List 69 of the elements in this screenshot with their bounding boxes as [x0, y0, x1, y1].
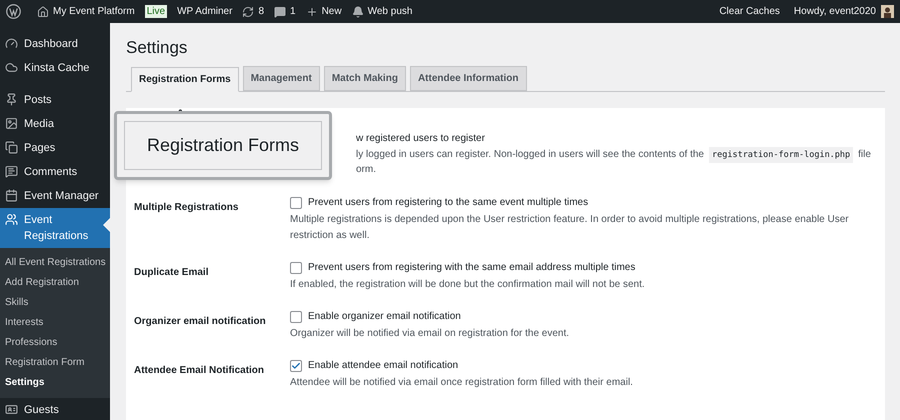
adminer-link[interactable]: WP Adminer — [177, 4, 232, 19]
home-icon — [37, 6, 49, 18]
submenu-item[interactable]: Registration Form — [0, 353, 110, 373]
submenu-item[interactable]: Settings — [0, 373, 110, 393]
new-link[interactable]: New — [322, 4, 342, 19]
code-snippet: registration-form-login.php — [708, 147, 854, 163]
site-name-link[interactable]: My Event Platform — [53, 4, 135, 19]
wordpress-logo-icon[interactable] — [6, 4, 21, 19]
page-title: Settings — [126, 37, 188, 59]
description: If enabled, the registration will be done but the confirmation mail will not be sent. — [290, 278, 646, 292]
bell-icon — [352, 6, 364, 18]
sidebar-item[interactable]: Pages — [0, 136, 110, 160]
option-label: w registered users to register — [356, 132, 486, 146]
submenu-item[interactable]: Skills — [0, 293, 110, 313]
users-icon — [5, 213, 18, 226]
submenu-item[interactable]: Professions — [0, 333, 110, 353]
media-icon — [5, 117, 18, 130]
option-label: Enable attendee email notification — [308, 359, 458, 373]
checkbox[interactable] — [290, 310, 302, 322]
option-label: Enable organizer email notification — [308, 310, 461, 324]
description: file — [858, 148, 871, 162]
tab[interactable]: Management — [242, 66, 320, 91]
description: Attendee will be notified via email once registration form filled with their email. — [290, 376, 634, 390]
sidebar-item[interactable]: Dashboard — [0, 32, 110, 56]
live-badge: Live — [144, 5, 168, 18]
current-arrow-icon — [103, 218, 110, 232]
clear-caches-link[interactable]: Clear Caches — [719, 4, 780, 19]
sidebar-item[interactable]: Comments — [0, 160, 110, 184]
tab[interactable]: Registration Forms — [131, 67, 239, 92]
option-label: Prevent users from registering with the same email address multiple times — [308, 261, 636, 275]
sidebar-item[interactable]: Event Registrations — [0, 208, 110, 248]
description: Multiple registrations is depended upon the User restriction feature. In order to avoid multiple registrations, please enable User restriction as well. — [290, 213, 850, 243]
cloud-icon — [5, 61, 18, 74]
sidebar-item[interactable]: Media — [0, 112, 110, 136]
tab[interactable]: Match Making — [324, 66, 406, 91]
setting-label: Attendee Email Notification — [134, 364, 266, 378]
checkbox[interactable] — [290, 196, 302, 208]
tab[interactable]: Attendee Information — [410, 66, 526, 91]
comment-icon[interactable] — [274, 6, 286, 18]
sidebar-item[interactable]: Kinsta Cache — [0, 56, 110, 80]
description: ly logged in users can register. Non-logged in users will see the contents of the — [356, 148, 704, 162]
howdy-link[interactable]: Howdy, event2020 — [794, 4, 876, 19]
checkbox[interactable] — [290, 262, 302, 274]
description: Organizer will be notified via email on registration for the event. — [290, 327, 570, 341]
callout-label: Registration Forms — [124, 121, 322, 170]
pin-icon — [5, 93, 18, 106]
checkbox[interactable] — [290, 360, 302, 372]
avatar-icon[interactable] — [881, 5, 894, 18]
option-label: Prevent users from registering to the same event multiple times — [308, 196, 588, 210]
updates-count: 8 — [258, 5, 264, 19]
setting-label: Organizer email notification — [134, 315, 267, 329]
setting-label: Duplicate Email — [134, 266, 210, 280]
sidebar-item[interactable]: Event Manager — [0, 184, 110, 208]
setting-label: Multiple Registrations — [134, 201, 240, 215]
id-card-icon — [5, 403, 18, 416]
submenu-item[interactable]: Add Registration — [0, 273, 110, 293]
submenu-item[interactable]: Interests — [0, 313, 110, 333]
dashboard-icon — [5, 37, 18, 50]
description: orm. — [356, 163, 377, 177]
comment-icon — [5, 165, 18, 178]
web-push-link[interactable]: Web push — [368, 4, 412, 19]
submenu-item[interactable]: All Event Registrations — [0, 253, 110, 273]
pages-icon — [5, 141, 18, 154]
comments-count: 1 — [290, 5, 296, 19]
calendar-icon — [5, 189, 18, 202]
sidebar-item[interactable]: Posts — [0, 88, 110, 112]
sidebar-item[interactable]: Guests — [0, 398, 110, 420]
plus-icon — [306, 6, 318, 18]
updates-icon[interactable] — [242, 6, 254, 18]
